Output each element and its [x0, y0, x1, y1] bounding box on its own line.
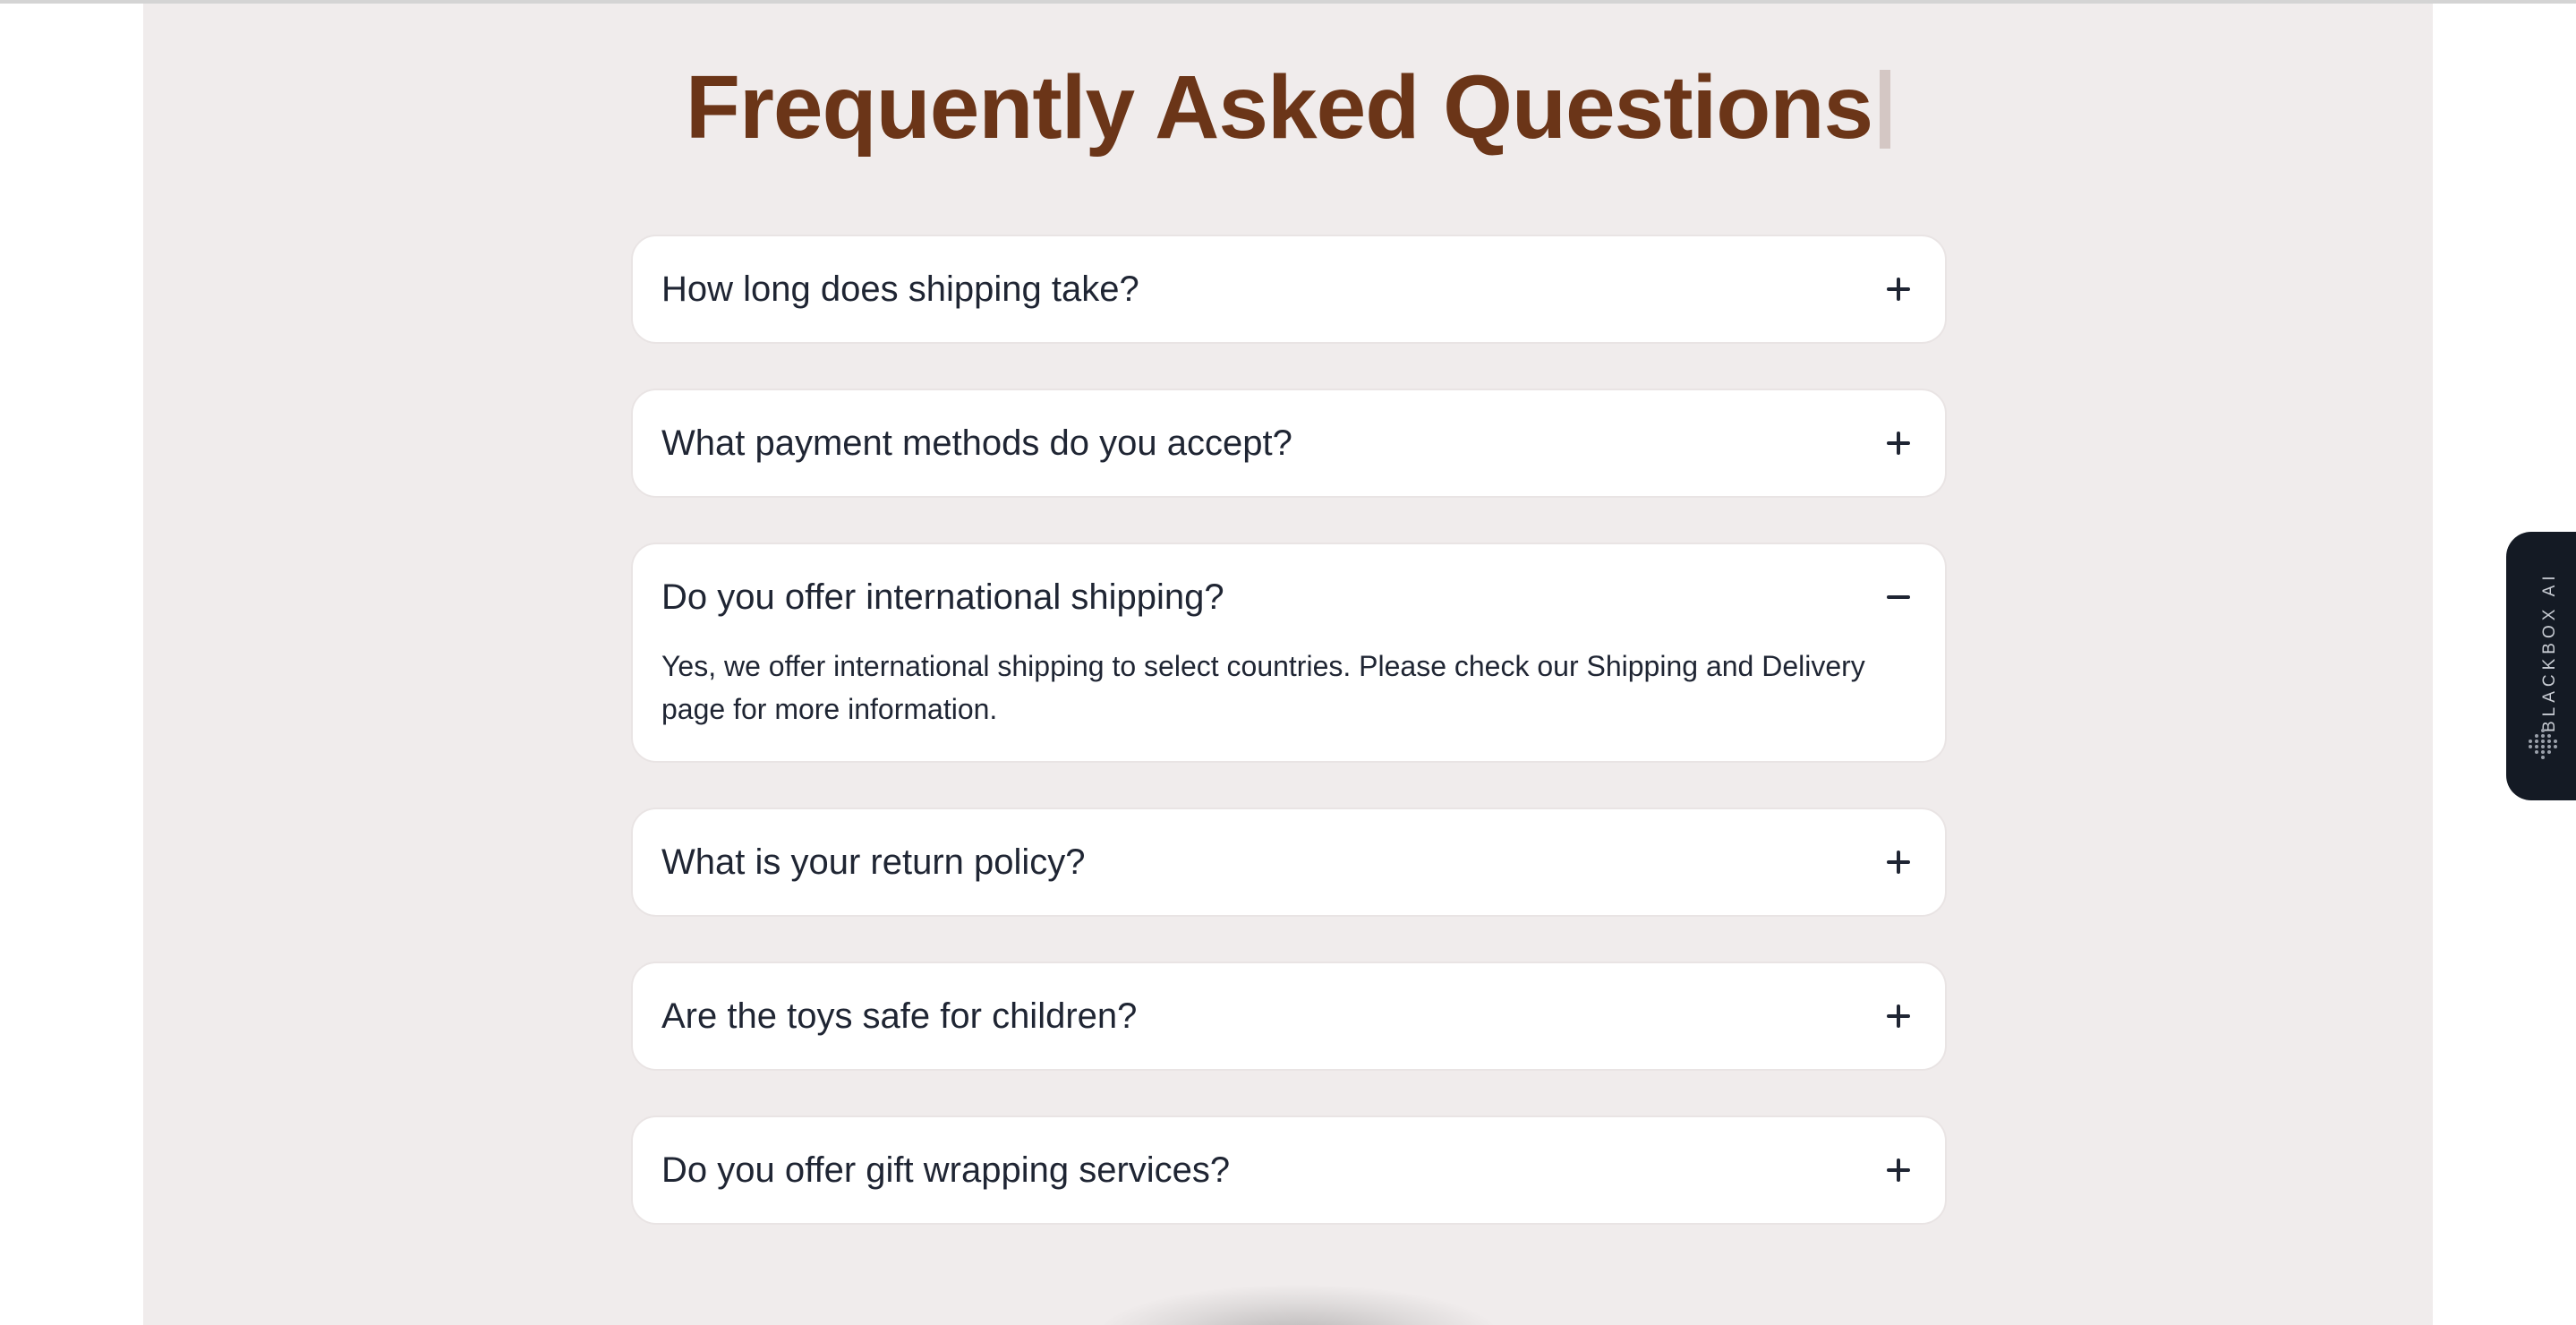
faq-question: Do you offer international shipping?: [661, 577, 1224, 617]
plus-icon[interactable]: [1881, 425, 1916, 461]
faq-item: Do you offer gift wrapping services?: [631, 1116, 1947, 1225]
faq-item-expanded: Do you offer international shipping? Yes…: [631, 543, 1947, 763]
decorative-shadow: [1092, 1284, 1504, 1325]
blackbox-ai-side-tab[interactable]: BLACKBOX AI: [2506, 532, 2576, 800]
faq-header[interactable]: What is your return policy?: [633, 809, 1945, 915]
faq-item: Are the toys safe for children?: [631, 962, 1947, 1071]
faq-item: What payment methods do you accept?: [631, 389, 1947, 498]
faq-header[interactable]: What payment methods do you accept?: [633, 390, 1945, 496]
faq-answer: Yes, we offer international shipping to …: [661, 650, 1865, 725]
faq-section: Frequently Asked Questions How long does…: [143, 4, 2433, 1325]
page-title: Frequently Asked Questions: [685, 57, 1873, 158]
dot-grid-logo-icon: [2524, 725, 2562, 763]
faq-question: Are the toys safe for children?: [661, 996, 1138, 1036]
faq-list: How long does shipping take? What paymen…: [631, 235, 1947, 1269]
faq-item: What is your return policy?: [631, 808, 1947, 917]
faq-item: How long does shipping take?: [631, 235, 1947, 344]
text-caret: [1880, 70, 1891, 149]
faq-header[interactable]: Are the toys safe for children?: [633, 963, 1945, 1069]
faq-header[interactable]: Do you offer gift wrapping services?: [633, 1117, 1945, 1223]
minus-icon[interactable]: [1881, 579, 1916, 615]
faq-question: Do you offer gift wrapping services?: [661, 1150, 1231, 1190]
faq-question: What payment methods do you accept?: [661, 423, 1292, 463]
faq-question: How long does shipping take?: [661, 269, 1139, 309]
title-row: Frequently Asked Questions: [143, 54, 2433, 161]
plus-icon[interactable]: [1881, 1152, 1916, 1188]
plus-icon[interactable]: [1881, 998, 1916, 1034]
plus-icon[interactable]: [1881, 844, 1916, 880]
faq-header[interactable]: Do you offer international shipping?: [633, 544, 1945, 650]
faq-question: What is your return policy?: [661, 842, 1086, 882]
side-tab-label: BLACKBOX AI: [2540, 571, 2559, 732]
plus-icon[interactable]: [1881, 271, 1916, 307]
faq-header[interactable]: How long does shipping take?: [633, 236, 1945, 342]
